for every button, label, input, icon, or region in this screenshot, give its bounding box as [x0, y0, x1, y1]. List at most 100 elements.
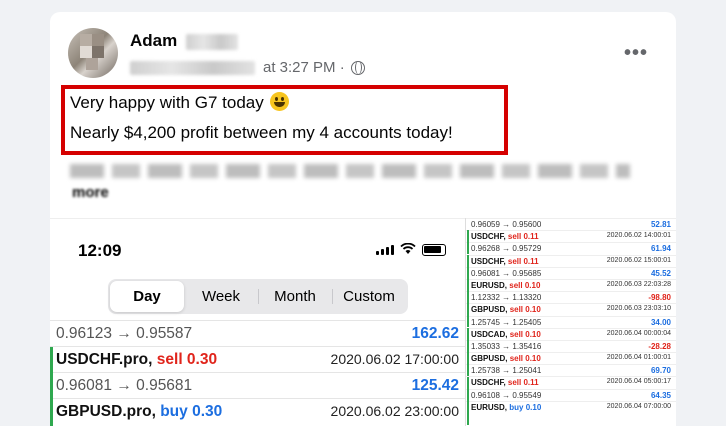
post-text-line-2: Nearly $4,200 profit between my 4 accoun… [70, 123, 453, 142]
trade-row: 0.96123 → 0.95587 162.62 [50, 320, 465, 346]
trade-date: 2020.06.03 22:03:28 [606, 280, 671, 288]
trade-symbol-line: EURUSD, sell 0.10 [471, 281, 540, 290]
trade-list-row: USDCHF, sell 0.11 2020.06.02 14:00:01 [466, 230, 676, 242]
post-meta: at 3:27 PM · [130, 59, 365, 76]
trade-indicator-bar [467, 401, 469, 425]
more-options-button[interactable]: ••• [624, 42, 648, 65]
trade-symbol-line: USDCHF, sell 0.11 [471, 257, 539, 266]
price-range: 0.96081 → 0.95685 [471, 268, 542, 278]
trade-date: 2020.06.02 14:00:01 [606, 232, 671, 240]
trade-list-row: EURUSD, buy 0.10 2020.06.04 07:00:00 [466, 400, 676, 413]
trade-side: sell 0.10 [509, 305, 541, 315]
trade-side: sell 0.10 [509, 329, 541, 339]
date-blurred [130, 60, 255, 75]
trade-list-row: GBPUSD, sell 0.10 2020.06.03 23:03:10 [466, 303, 676, 315]
trade-symbol: EURUSD, [471, 402, 508, 412]
trade-row: 0.96081 → 0.95681 125.42 [50, 372, 465, 398]
trade-symbol: USDCHF, [471, 378, 506, 388]
trade-symbol-line: GBPUSD, sell 0.10 [471, 354, 541, 363]
profit-value: 45.52 [650, 268, 671, 278]
globe-icon [350, 60, 365, 75]
price-range: 0.96108 → 0.95549 [471, 390, 542, 400]
trade-symbol-line: USDCHF, sell 0.11 [471, 232, 539, 241]
trade-indicator-bar [50, 399, 53, 426]
profit-value: -98.80 [648, 293, 671, 303]
blurred-text [70, 164, 630, 178]
price-range: 0.96123 → 0.95587 [56, 325, 193, 342]
trade-date: 2020.06.04 01:00:01 [606, 354, 671, 362]
profit-value: 52.81 [650, 220, 671, 229]
trade-date: 2020.06.04 05:00:17 [606, 378, 671, 386]
trade-symbol-line: GBPUSD, sell 0.10 [471, 305, 541, 314]
trade-side: sell 0.11 [507, 232, 539, 242]
tab-week[interactable]: Week [184, 281, 258, 312]
price-range: 0.96059 → 0.95600 [471, 220, 542, 229]
trade-list-row: 1.25745 → 1.25405 34.00 [466, 315, 676, 328]
profit-value: 125.42 [411, 377, 459, 394]
trade-symbol: GBPUSD, [471, 354, 508, 364]
trade-list-row: USDCHF, sell 0.11 2020.06.02 15:00:01 [466, 254, 676, 267]
profit-value: 34.00 [650, 317, 671, 327]
trade-list-row: 1.12332 → 1.13320 -98.80 [466, 291, 676, 303]
price-range: 0.96268 → 0.95729 [471, 244, 542, 254]
trade-date: 2020.06.02 15:00:01 [606, 256, 671, 264]
trade-symbol-line: USDCHF, sell 0.11 [471, 378, 539, 387]
trade-list-row: USDCHF, sell 0.11 2020.06.04 05:00:17 [466, 376, 676, 388]
trade-indicator-bar [467, 376, 469, 401]
price-range: 1.25738 → 1.25041 [471, 366, 542, 376]
trade-indicator-bar [467, 327, 469, 352]
author-name[interactable]: Adam [130, 31, 177, 51]
trade-list-row: 0.96059 → 0.95600 52.81 [466, 218, 676, 230]
price-range: 1.12332 → 1.13320 [471, 293, 542, 303]
trade-side: sell 0.10 [509, 280, 541, 290]
post-time[interactable]: at 3:27 PM · [263, 59, 345, 76]
trade-indicator-bar [467, 279, 469, 303]
price-range: 1.35033 → 1.35416 [471, 341, 542, 351]
battery-icon [422, 244, 446, 256]
avatar[interactable] [68, 28, 118, 78]
profit-value: -28.28 [648, 341, 671, 351]
trade-symbol: USDCHF.pro, [56, 351, 153, 368]
trade-side: buy 0.10 [509, 402, 542, 412]
trade-date: 2020.06.02 23:00:00 [330, 403, 459, 419]
profit-value: 64.35 [650, 390, 671, 400]
screenshot-phone[interactable]: 12:09 Day Week Month Custom 0.96123 → 0.… [50, 218, 465, 426]
trade-list-row: 0.96081 → 0.95685 45.52 [466, 266, 676, 279]
trade-list-row: 1.25738 → 1.25041 69.70 [466, 364, 676, 376]
trade-symbol-line: GBPUSD.pro, buy 0.30 [56, 403, 222, 421]
trade-symbol: GBPUSD.pro, [56, 403, 156, 420]
trade-symbol: USDCHF, [471, 232, 506, 242]
tab-month[interactable]: Month [258, 281, 332, 312]
trade-symbol-line: USDCHF.pro, sell 0.30 [56, 351, 217, 369]
screenshot-trade-list[interactable]: 0.96059 → 0.95600 52.81 USDCHF, sell 0.11 2… [465, 218, 676, 426]
trade-symbol: GBPUSD, [471, 305, 508, 315]
trade-side: sell 0.10 [509, 354, 541, 364]
post-text-line-1: Very happy with G7 today [70, 92, 290, 113]
trade-side: buy 0.30 [160, 403, 223, 420]
trade-row: USDCHF.pro, sell 0.30 2020.06.02 17:00:0… [50, 346, 465, 372]
trade-row: GBPUSD.pro, buy 0.30 2020.06.02 23:00:00 [50, 398, 465, 424]
trade-date: 2020.06.04 07:00:00 [606, 402, 671, 410]
tab-custom[interactable]: Custom [332, 281, 406, 312]
wifi-icon [400, 243, 416, 254]
profit-value: 162.62 [411, 325, 459, 342]
author-name-blurred [186, 34, 238, 50]
price-range: 1.25745 → 1.25405 [471, 317, 542, 327]
smile-emoji-icon [270, 92, 290, 111]
trade-side: sell 0.11 [507, 378, 539, 388]
trade-list-row: 1.35033 → 1.35416 -28.28 [466, 339, 676, 352]
trade-indicator-bar [50, 347, 53, 399]
trade-date: 2020.06.02 17:00:00 [330, 351, 459, 367]
trade-indicator-bar [467, 303, 469, 328]
tab-day[interactable]: Day [110, 281, 184, 312]
post-card: Adam at 3:27 PM · ••• Very happy with G7… [50, 12, 676, 426]
trade-symbol-line: EURUSD, buy 0.10 [471, 403, 541, 412]
see-more-link[interactable]: more [72, 184, 109, 201]
trade-symbol-line: USDCAD, sell 0.10 [471, 330, 541, 339]
profit-value: 61.94 [650, 244, 671, 254]
signal-icon [376, 245, 394, 255]
trade-side: sell 0.30 [156, 351, 218, 368]
trade-list-row: GBPUSD, sell 0.10 2020.06.04 01:00:01 [466, 352, 676, 364]
status-clock: 12:09 [78, 241, 122, 260]
post-text-line-1-text: Very happy with G7 today [70, 93, 264, 112]
